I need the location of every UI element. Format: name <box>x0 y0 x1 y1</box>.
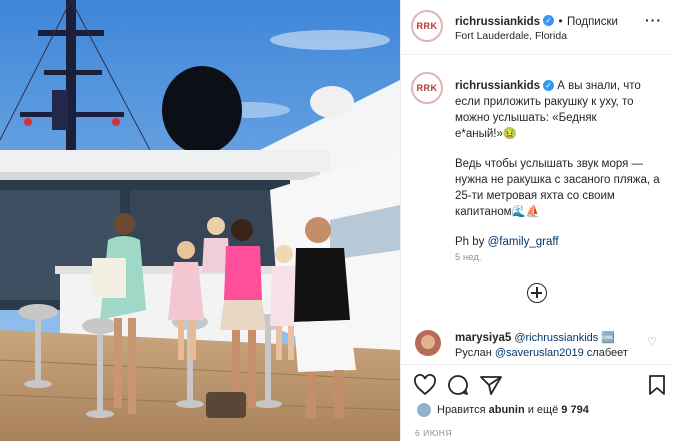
likes-line: Нравится abunin и ещё 9 794 <box>437 404 589 416</box>
comment-mention-1[interactable]: @richrussiankids <box>514 332 598 344</box>
avatar-logo-text: RRK <box>416 21 438 31</box>
share-icon[interactable] <box>479 373 503 397</box>
author-avatar[interactable]: RRK <box>411 10 443 42</box>
caption-verified-icon: ✓ <box>543 80 555 92</box>
comment-mention-2[interactable]: @saveruslan2019 <box>495 347 584 359</box>
caption-age: 5 нед. <box>455 252 482 263</box>
more-options-icon[interactable]: ··· <box>645 12 662 28</box>
wave-boat-emoji-icon: 🌊⛵ <box>511 206 541 218</box>
comment: marysiya5 @richrussiankids 🆒 Руслан @sav… <box>455 331 640 361</box>
comment-text-suffix: слабеет <box>586 347 628 359</box>
caption: richrussiankids ✓ А вы знали, что если пр… <box>455 78 660 264</box>
yacht-family-image <box>0 0 400 441</box>
load-more-comments-icon[interactable] <box>527 283 547 303</box>
liker-avatar[interactable] <box>417 403 431 417</box>
likes-count[interactable]: 9 794 <box>561 404 589 416</box>
post-sidebar: RRK richrussiankids ✓ • Подписки Fort Lau… <box>400 0 673 441</box>
verified-icon: ✓ <box>543 15 555 27</box>
caption-avatar[interactable]: RRK <box>411 72 443 104</box>
commenter-avatar[interactable] <box>415 330 441 356</box>
liker-username[interactable]: abunin <box>489 404 525 416</box>
like-heart-icon[interactable] <box>413 373 437 397</box>
separator-dot: • <box>558 16 563 28</box>
post-date[interactable]: 6 ИЮНЯ <box>415 428 452 438</box>
save-bookmark-icon[interactable] <box>645 373 669 397</box>
caption-text-2: Ведь чтобы услышать звук моря — нужна не… <box>455 158 660 218</box>
author-username[interactable]: richrussiankids <box>455 16 540 28</box>
location-link[interactable]: Fort Lauderdale, Florida <box>455 30 567 42</box>
caption-username[interactable]: richrussiankids <box>455 80 540 92</box>
likes-middle: и ещё <box>527 404 559 416</box>
likes-prefix: Нравится <box>437 404 486 416</box>
photo-credit-tag[interactable]: @family_graff <box>488 236 559 248</box>
post-header: RRK richrussiankids ✓ • Подписки Fort Lau… <box>401 0 673 55</box>
nauseated-emoji-icon: 🤢 <box>502 128 518 140</box>
header-line: richrussiankids ✓ • Подписки <box>455 12 618 30</box>
following-button[interactable]: Подписки <box>567 16 618 28</box>
comment-icon[interactable] <box>446 373 470 397</box>
commenter-username[interactable]: marysiya5 <box>455 332 511 344</box>
comment-like-icon[interactable]: ♡ <box>647 335 657 348</box>
caption-avatar-text: RRK <box>416 83 438 93</box>
post-photo[interactable] <box>0 0 400 441</box>
action-bar <box>401 364 673 403</box>
photo-credit-prefix: Ph by <box>455 236 485 248</box>
comment-text-prefix: Руслан <box>455 347 492 359</box>
cool-emoji-icon: 🆒 <box>601 332 616 344</box>
